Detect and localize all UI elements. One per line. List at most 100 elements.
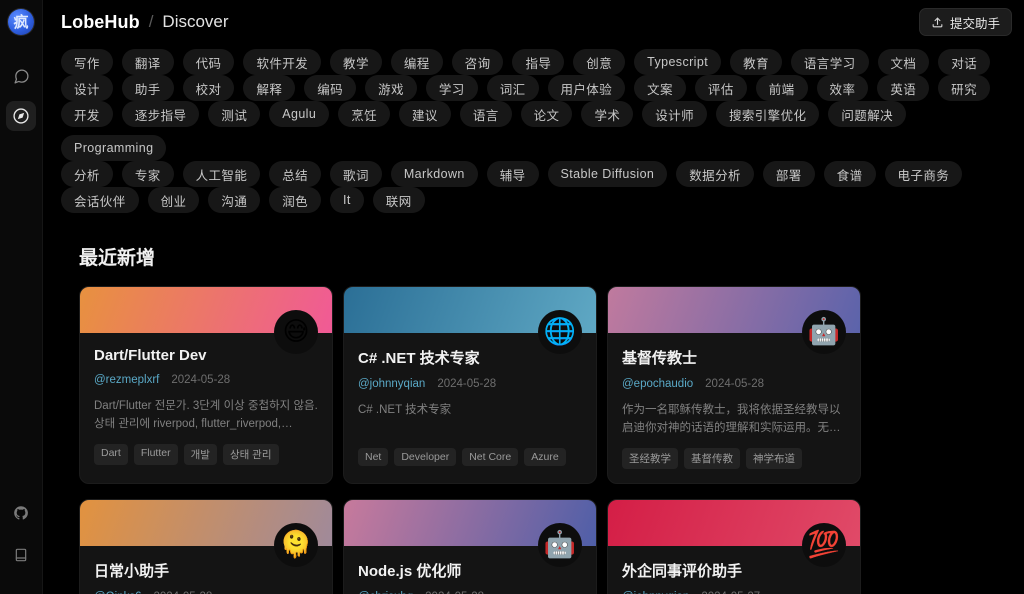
filter-tag[interactable]: 设计师 (642, 101, 707, 127)
filter-tag[interactable]: 逐步指导 (121, 101, 200, 127)
card-tag[interactable]: Azure (524, 448, 566, 466)
app-root: 疯 LobeHub / Discover 提交助手 写作 翻译 代码 软件开发 … (0, 0, 1024, 594)
filter-tag[interactable]: 解释 (243, 75, 296, 101)
card-tag[interactable]: Net (358, 448, 389, 466)
filter-tag[interactable]: 烹饪 (338, 101, 391, 127)
card-author[interactable]: @johnnyqian (358, 378, 425, 390)
filter-tag[interactable]: 分析 (61, 161, 113, 187)
assistant-card[interactable]: 🫠日常小助手@Qinks62024-05-28一个能搜索、能画图的小可爱 (79, 499, 333, 594)
filter-tag[interactable]: Agulu (269, 101, 330, 127)
sidebar-item-discover[interactable] (6, 101, 36, 131)
filter-tag[interactable]: 设计 (61, 75, 113, 101)
card-tag-list: Net Developer Net Core Azure (358, 448, 582, 466)
filter-tag[interactable]: 润色 (269, 187, 322, 213)
filter-tag[interactable]: 联网 (372, 187, 425, 213)
card-tag[interactable]: 神学布道 (746, 448, 802, 469)
filter-tag[interactable]: 部署 (762, 161, 815, 187)
card-tag[interactable]: Flutter (133, 444, 178, 465)
card-tag[interactable]: Net Core (462, 448, 519, 466)
filter-tag[interactable]: 语言 (459, 101, 512, 127)
filter-tag[interactable]: 论文 (520, 101, 573, 127)
assistant-card[interactable]: 🤖Node.js 优化师@chrisuhg2024-05-28擅长 Node.j… (343, 499, 597, 594)
card-tag[interactable]: Dart (94, 444, 128, 465)
filter-tag[interactable]: 英语 (877, 75, 930, 101)
submit-assistant-button[interactable]: 提交助手 (918, 8, 1012, 36)
filter-tag[interactable]: 词汇 (486, 75, 539, 101)
filter-tag[interactable]: 写作 (61, 49, 113, 75)
filter-tag[interactable]: 人工智能 (182, 161, 261, 187)
filter-tag[interactable]: 助手 (121, 75, 174, 101)
sidebar-item-chat[interactable] (6, 61, 36, 91)
filter-tag[interactable]: 指导 (512, 49, 565, 75)
filter-tag[interactable]: 对话 (938, 49, 991, 75)
filter-tag[interactable]: Typescript (634, 49, 722, 75)
filter-tag[interactable]: 食谱 (823, 161, 876, 187)
card-tag[interactable]: 基督传教 (684, 448, 740, 469)
filter-tag[interactable]: 创意 (573, 49, 626, 75)
filter-tag[interactable]: 游戏 (365, 75, 417, 101)
filter-tag[interactable]: 效率 (816, 75, 869, 101)
filter-tag[interactable]: 咨询 (451, 49, 504, 75)
filter-tag[interactable]: 问题解决 (828, 101, 906, 127)
brand-name[interactable]: LobeHub (61, 12, 140, 33)
filter-tag[interactable]: 编码 (304, 75, 357, 101)
filter-tag[interactable]: 前端 (755, 75, 808, 101)
filter-tag[interactable]: 代码 (182, 49, 235, 75)
assistant-card-grid: 😅 Dart/Flutter Dev @rezmeplxrf 2024-05-28 Da… (43, 286, 1024, 594)
filter-tag[interactable]: 研究 (938, 75, 990, 101)
card-author[interactable]: @epochaudio (622, 378, 693, 390)
assistant-card[interactable]: 🌐 C# .NET 技术专家 @johnnyqian 2024-05-28 C# .NE… (343, 286, 597, 484)
github-icon (13, 505, 29, 521)
card-tag[interactable]: 圣经教学 (622, 448, 678, 469)
app-logo[interactable]: 疯 (8, 9, 34, 35)
robot-emoji: 🤖 (802, 310, 846, 354)
card-body: Dart/Flutter Dev @rezmeplxrf 2024-05-28 Dar… (80, 333, 332, 479)
sidebar-bottom-group (6, 498, 36, 594)
sidebar-item-docs[interactable] (6, 540, 36, 570)
filter-tag[interactable]: 评估 (694, 75, 747, 101)
filter-tag[interactable]: 编程 (390, 49, 443, 75)
filter-tag[interactable]: 数据分析 (676, 161, 754, 187)
filter-tag[interactable]: 教学 (330, 49, 382, 75)
card-meta: @johnnyqian 2024-05-28 (358, 378, 582, 390)
filter-tag[interactable]: 会话伙伴 (61, 187, 139, 213)
filter-tag[interactable]: Stable Diffusion (547, 161, 668, 187)
filter-tag[interactable]: 总结 (269, 161, 322, 187)
filter-tag[interactable]: 测试 (208, 101, 261, 127)
filter-tag[interactable]: 搜索引擎优化 (715, 101, 820, 127)
filter-tag[interactable]: 文档 (877, 49, 930, 75)
filter-tag[interactable]: It (330, 187, 364, 213)
assistant-card[interactable]: 💯外企同事评价助手@johnnyqian2024-05-27给你的同事好评 (607, 499, 861, 594)
sidebar-item-github[interactable] (6, 498, 36, 528)
filter-tag[interactable]: 翻译 (121, 49, 174, 75)
assistant-card[interactable]: 🤖 基督传教士 @epochaudio 2024-05-28 作为一名耶稣传教士，我将依… (607, 286, 861, 484)
upload-icon (931, 16, 944, 29)
filter-tag[interactable]: 歌词 (330, 161, 382, 187)
filter-tag[interactable]: 教育 (730, 49, 782, 75)
filter-tag[interactable]: 用户体验 (547, 75, 626, 101)
robot-emoji: 🤖 (538, 523, 582, 567)
filter-tag[interactable]: 沟通 (208, 187, 261, 213)
assistant-card[interactable]: 😅 Dart/Flutter Dev @rezmeplxrf 2024-05-28 Da… (79, 286, 333, 484)
filter-tag[interactable]: 学习 (425, 75, 478, 101)
card-tag[interactable]: Developer (394, 448, 457, 466)
filter-tag[interactable]: 文案 (634, 75, 686, 101)
avatar: 🌐 (538, 310, 582, 354)
filter-tag[interactable]: 专家 (121, 161, 174, 187)
filter-tag[interactable]: 学术 (581, 101, 634, 127)
card-author[interactable]: @rezmeplxrf (94, 374, 159, 386)
filter-tag[interactable]: 创业 (147, 187, 200, 213)
filter-tag[interactable]: Markdown (390, 161, 478, 187)
filter-tag[interactable]: 建议 (399, 101, 451, 127)
filter-tag[interactable]: 电子商务 (884, 161, 963, 187)
filter-tag[interactable]: 软件开发 (243, 49, 322, 75)
avatar: 🤖 (538, 523, 582, 567)
filter-tag[interactable]: 校对 (182, 75, 235, 101)
filter-tag[interactable]: Programming (61, 135, 167, 161)
melting-face-emoji: 🫠 (274, 523, 318, 567)
card-tag[interactable]: 개발 (183, 444, 217, 465)
filter-tag[interactable]: 语言学习 (790, 49, 869, 75)
filter-tag[interactable]: 开发 (61, 101, 113, 127)
card-tag[interactable]: 상태 관리 (222, 444, 279, 465)
filter-tag[interactable]: 辅导 (486, 161, 539, 187)
